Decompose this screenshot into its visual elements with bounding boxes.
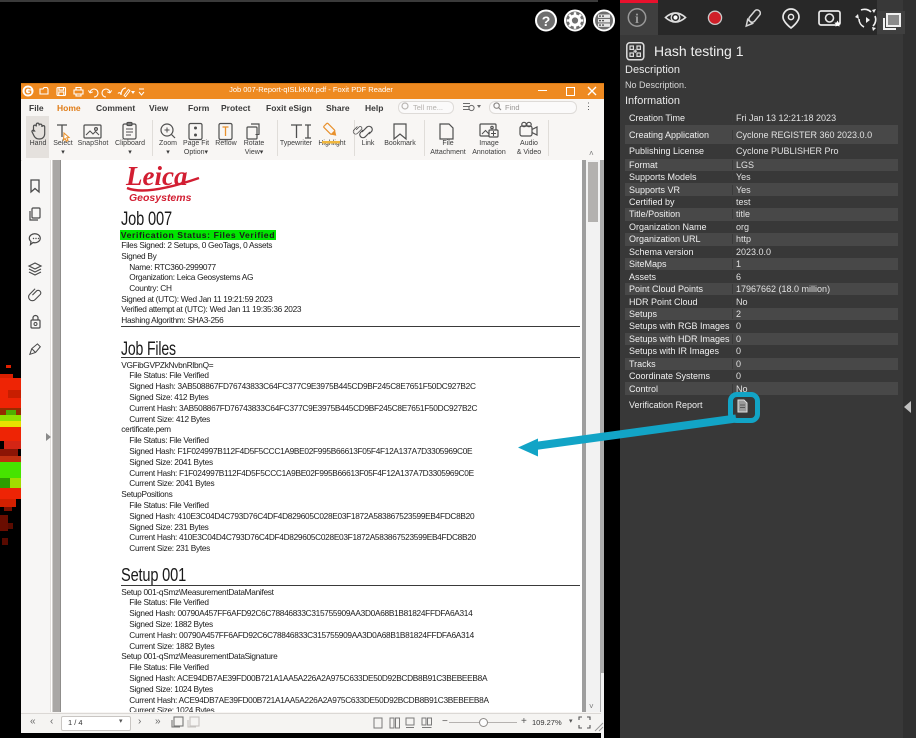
svg-text:Leica: Leica (125, 161, 187, 191)
svg-text:i: i (635, 12, 639, 27)
svg-text:Geosystems: Geosystems (129, 192, 192, 204)
svg-text:?: ? (542, 13, 551, 29)
svg-text:G: G (24, 87, 32, 98)
